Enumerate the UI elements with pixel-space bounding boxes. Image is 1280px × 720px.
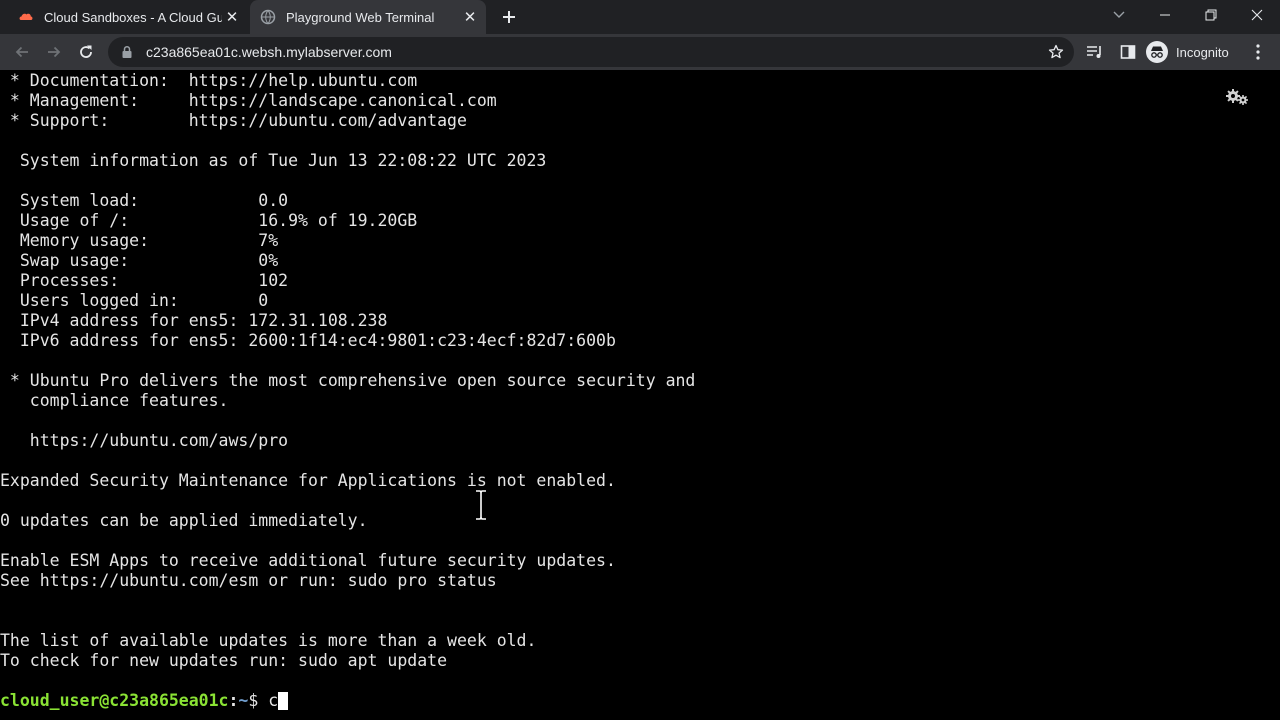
- forward-button[interactable]: [40, 38, 68, 66]
- tab-playground-web-terminal[interactable]: Playground Web Terminal ✕: [250, 0, 486, 34]
- reload-icon: [80, 45, 92, 58]
- terminal-line: Usage of /: 16.9% of 19.20GB: [0, 211, 418, 230]
- close-window-button[interactable]: [1234, 0, 1280, 30]
- browser-window: Cloud Sandboxes - A Cloud Guru ✕ Playgro…: [0, 0, 1280, 720]
- new-tab-button[interactable]: [496, 4, 522, 30]
- terminal-line: https://ubuntu.com/aws/pro: [0, 431, 289, 450]
- terminal-line: * Ubuntu Pro delivers the most comprehen…: [0, 371, 696, 390]
- terminal-line: * Documentation: https://help.ubuntu.com: [0, 71, 418, 90]
- prompt-path: ~: [238, 691, 249, 710]
- playlist-icon: [1087, 46, 1101, 58]
- terminal-line: Processes: 102: [0, 271, 289, 290]
- terminal-globe-icon: [260, 9, 276, 25]
- terminal-line: * Support: https://ubuntu.com/advantage: [0, 111, 467, 130]
- terminal-line: IPv4 address for ens5: 172.31.108.238: [0, 311, 388, 330]
- typed-command: c: [268, 691, 279, 710]
- terminal-line: 0 updates can be applied immediately.: [0, 511, 368, 530]
- settings-gear-icon[interactable]: [1224, 87, 1250, 107]
- prompt-separator: :: [228, 691, 239, 710]
- bookmark-star-icon[interactable]: [1048, 44, 1064, 60]
- close-tab-icon[interactable]: ✕: [460, 7, 480, 27]
- terminal-line: System information as of Tue Jun 13 22:0…: [0, 151, 547, 170]
- lock-icon[interactable]: [120, 45, 134, 59]
- tab-cloud-sandboxes[interactable]: Cloud Sandboxes - A Cloud Guru ✕: [8, 0, 248, 34]
- tab-title: Cloud Sandboxes - A Cloud Guru: [44, 9, 222, 25]
- prompt-user-host: cloud_user@c23a865ea01c: [0, 691, 229, 710]
- terminal-line: Swap usage: 0%: [0, 251, 279, 270]
- close-tab-icon[interactable]: ✕: [222, 7, 242, 27]
- terminal-line: Enable ESM Apps to receive additional fu…: [0, 551, 616, 570]
- tab-title: Playground Web Terminal: [286, 9, 435, 25]
- tab-search-button[interactable]: [1096, 0, 1142, 30]
- terminal-prompt[interactable]: cloud_user@c23a865ea01c: ~ $ c: [0, 691, 695, 711]
- restore-icon: [1205, 9, 1217, 21]
- cloud-guru-icon: [19, 13, 33, 20]
- back-arrow-icon: [15, 46, 28, 58]
- forward-arrow-icon: [48, 46, 61, 58]
- text-cursor-icon: [476, 490, 486, 520]
- terminal-line: Users logged in: 0: [0, 291, 269, 310]
- tab-strip: Cloud Sandboxes - A Cloud Guru ✕ Playgro…: [0, 0, 1280, 34]
- incognito-label: Incognito: [1176, 44, 1229, 60]
- terminal-line: Expanded Security Maintenance for Applic…: [0, 471, 616, 490]
- side-panel-icon: [1120, 45, 1136, 59]
- web-terminal[interactable]: * Documentation: https://help.ubuntu.com…: [0, 71, 1280, 720]
- browser-toolbar: c23a865ea01c.websh.mylabserver.com Incog…: [0, 34, 1280, 70]
- terminal-output: * Documentation: https://help.ubuntu.com…: [0, 71, 695, 711]
- side-panel-button[interactable]: [1116, 40, 1140, 64]
- media-control-button[interactable]: [1083, 40, 1107, 64]
- terminal-line: System load: 0.0: [0, 191, 289, 210]
- prompt-symbol: $: [248, 691, 269, 710]
- close-icon: [1251, 9, 1263, 21]
- restore-button[interactable]: [1188, 0, 1234, 30]
- terminal-line: See https://ubuntu.com/esm or run: sudo …: [0, 571, 497, 590]
- url-text: c23a865ea01c.websh.mylabserver.com: [146, 44, 392, 60]
- back-button[interactable]: [8, 38, 36, 66]
- kebab-menu-icon: [1256, 44, 1260, 60]
- terminal-line: To check for new updates run: sudo apt u…: [0, 651, 448, 670]
- terminal-line: * Management: https://landscape.canonica…: [0, 91, 497, 110]
- minimize-button[interactable]: [1142, 0, 1188, 30]
- address-bar[interactable]: c23a865ea01c.websh.mylabserver.com: [108, 37, 1074, 67]
- terminal-line: The list of available updates is more th…: [0, 631, 537, 650]
- plus-icon: [503, 11, 515, 23]
- terminal-line: Memory usage: 7%: [0, 231, 279, 250]
- chevron-down-icon: [1113, 11, 1125, 18]
- browser-menu-button[interactable]: [1246, 40, 1270, 64]
- minimize-icon: [1160, 14, 1170, 16]
- terminal-line: IPv6 address for ens5: 2600:1f14:ec4:980…: [0, 331, 616, 350]
- incognito-icon: [1146, 41, 1168, 63]
- terminal-cursor: [278, 692, 289, 710]
- reload-button[interactable]: [72, 38, 100, 66]
- incognito-indicator[interactable]: Incognito: [1146, 39, 1229, 65]
- terminal-line: compliance features.: [0, 391, 229, 410]
